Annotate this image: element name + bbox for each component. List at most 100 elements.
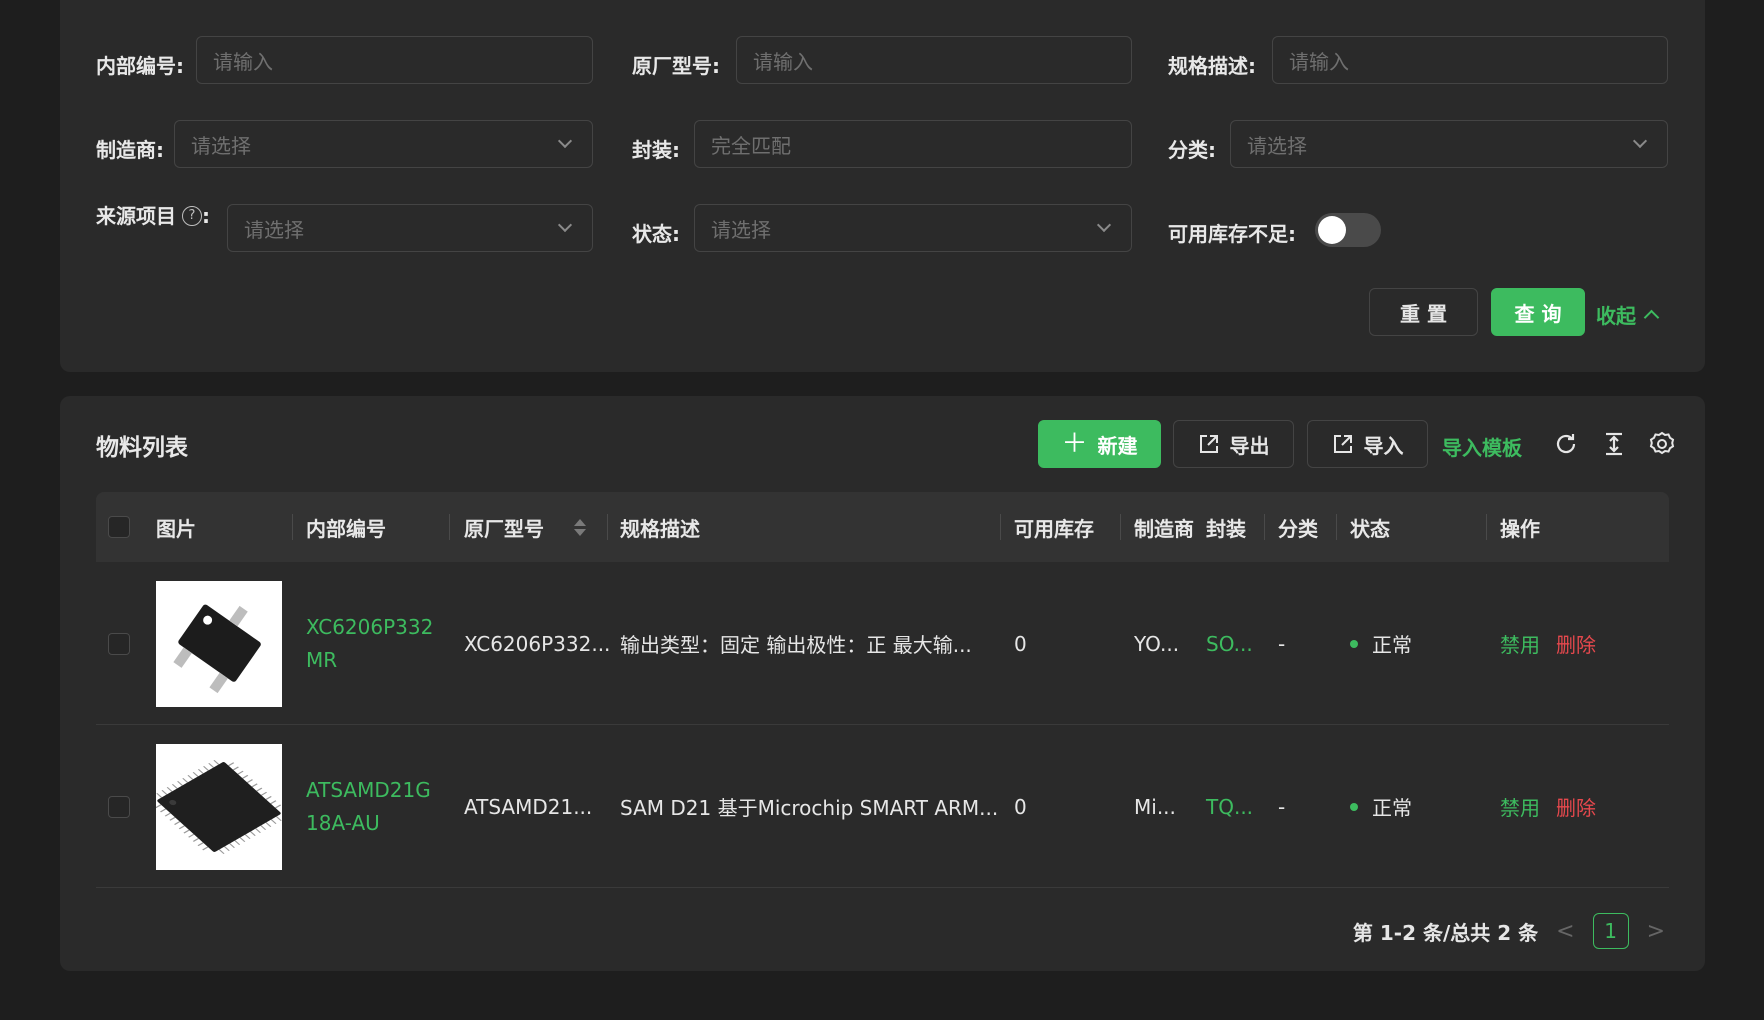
spec-input[interactable]: 请输入 [1272, 36, 1668, 84]
filter-panel: 内部编号: 请输入 原厂型号: 请输入 规格描述: 请输入 制造商: 请选择 封… [60, 0, 1705, 372]
reset-button[interactable]: 重 置 [1369, 288, 1478, 336]
pagination: 第 1-2 条/总共 2 条 < 1 > [1353, 913, 1665, 949]
material-table: 图片 内部编号 原厂型号 规格描述 可用库存 制造商 封装 分类 状态 操作 X… [96, 492, 1669, 888]
col-actions: 操作 [1500, 516, 1540, 541]
col-status: 状态 [1350, 516, 1390, 541]
disable-action[interactable]: 禁用 [1500, 562, 1540, 725]
part-image-tqfp[interactable] [156, 743, 282, 870]
toggle-knob [1318, 216, 1346, 244]
low-stock-toggle[interactable] [1315, 213, 1381, 247]
source-project-label: 来源项目 ? : [96, 204, 210, 228]
new-button[interactable]: ＋ 新建 [1038, 420, 1161, 468]
mfr-model-input[interactable]: 请输入 [736, 36, 1132, 84]
col-divider [292, 514, 293, 540]
category-placeholder: 请选择 [1247, 133, 1307, 158]
internal-no-input[interactable]: 请输入 [196, 36, 593, 84]
help-circle-icon[interactable]: ? [182, 206, 202, 226]
chevron-down-icon [557, 133, 573, 149]
chevron-down-icon [1096, 217, 1112, 233]
status-dot-icon [1350, 639, 1358, 648]
manufacturer-cell: YO... [1134, 631, 1180, 656]
query-button[interactable]: 查 询 [1491, 288, 1585, 336]
spec-cell: 输出类型：固定 输出极性：正 最大输... [620, 633, 972, 657]
package-input[interactable]: 完全匹配 [694, 120, 1132, 168]
col-divider [1120, 514, 1121, 540]
col-mfr-model[interactable]: 原厂型号 [464, 492, 586, 562]
export-button[interactable]: 导出 [1173, 420, 1294, 468]
part-image-sot23[interactable] [156, 580, 282, 707]
column-height-icon[interactable] [1600, 430, 1628, 458]
pagination-summary: 第 1-2 条/总共 2 条 [1352, 920, 1539, 945]
mfr-model-cell: XC6206P332... [464, 631, 611, 656]
stock-cell: 0 [1014, 794, 1027, 819]
col-stock: 可用库存 [1014, 516, 1094, 541]
spec-label: 规格描述: [1168, 54, 1256, 78]
low-stock-label: 可用库存不足: [1168, 222, 1296, 246]
category-cell: - [1278, 631, 1286, 656]
status-placeholder: 请选择 [711, 217, 771, 242]
col-divider [1264, 514, 1265, 540]
material-list-panel: 物料列表 ＋ 新建 导出 导入 导入模板 图片 内部编号 原厂型号 规格描述 可… [60, 396, 1705, 971]
status-label: 状态: [632, 222, 680, 246]
list-title: 物料列表 [96, 435, 188, 461]
col-internal-no: 内部编号 [306, 516, 386, 541]
col-category: 分类 [1278, 516, 1318, 541]
export-icon [1199, 435, 1218, 453]
import-template-link[interactable]: 导入模板 [1442, 432, 1522, 461]
status-cell: 正常 [1350, 725, 1412, 888]
chevron-up-icon [1643, 309, 1660, 326]
header-checkbox-cell [108, 492, 130, 562]
category-select[interactable]: 请选择 [1230, 120, 1668, 168]
manufacturer-placeholder: 请选择 [191, 133, 251, 158]
delete-action[interactable]: 删除 [1556, 725, 1596, 888]
collapse-link[interactable]: 收起 [1596, 300, 1660, 329]
category-cell: - [1278, 794, 1286, 819]
package-link[interactable]: SO... [1206, 562, 1253, 725]
page-1-button[interactable]: 1 [1592, 913, 1629, 949]
status-dot-icon [1350, 802, 1358, 811]
package-label: 封装: [632, 138, 680, 162]
import-icon [1333, 435, 1352, 453]
status-select[interactable]: 请选择 [694, 204, 1132, 252]
category-label: 分类: [1168, 138, 1216, 162]
col-divider [1336, 514, 1337, 540]
mfr-model-placeholder: 请输入 [753, 49, 813, 74]
col-divider [449, 514, 450, 540]
mfr-model-cell: ATSAMD21... [464, 794, 593, 819]
col-divider [1486, 514, 1487, 540]
settings-gear-icon[interactable] [1648, 430, 1676, 458]
import-button[interactable]: 导入 [1307, 420, 1428, 468]
spec-cell: SAM D21 基于Microchip SMART ARM... [620, 796, 999, 820]
next-page-icon[interactable]: > [1647, 919, 1665, 944]
manufacturer-select[interactable]: 请选择 [174, 120, 593, 168]
sort-icon[interactable] [574, 518, 586, 536]
plus-icon: ＋ [1061, 429, 1088, 459]
mfr-model-label: 原厂型号: [632, 54, 720, 78]
package-placeholder: 完全匹配 [711, 133, 791, 158]
select-all-checkbox[interactable] [108, 516, 130, 538]
row-checkbox[interactable] [108, 632, 130, 655]
internal-no-link[interactable]: ATSAMD21G18A-AU [306, 774, 436, 840]
manufacturer-cell: Mi... [1134, 794, 1176, 819]
source-project-placeholder: 请选择 [244, 217, 304, 242]
refresh-icon[interactable] [1552, 430, 1580, 458]
col-divider [1000, 514, 1001, 540]
chevron-down-icon [1632, 133, 1648, 149]
spec-placeholder: 请输入 [1289, 49, 1349, 74]
col-divider [607, 514, 608, 540]
col-package: 封装 [1206, 516, 1246, 541]
package-link[interactable]: TQ... [1206, 725, 1253, 888]
source-project-select[interactable]: 请选择 [227, 204, 593, 252]
internal-no-label: 内部编号: [96, 54, 184, 78]
row-checkbox[interactable] [108, 795, 130, 818]
prev-page-icon[interactable]: < [1556, 919, 1574, 944]
delete-action[interactable]: 删除 [1556, 562, 1596, 725]
table-row: XC6206P332MR XC6206P332... 输出类型：固定 输出极性：… [96, 562, 1669, 725]
col-manufacturer: 制造商 [1134, 516, 1194, 541]
table-row: ATSAMD21G18A-AU ATSAMD21... SAM D21 基于Mi… [96, 725, 1669, 888]
chevron-down-icon [557, 217, 573, 233]
internal-no-link[interactable]: XC6206P332MR [306, 611, 436, 677]
internal-no-placeholder: 请输入 [213, 49, 273, 74]
table-header: 图片 内部编号 原厂型号 规格描述 可用库存 制造商 封装 分类 状态 操作 [96, 492, 1669, 562]
disable-action[interactable]: 禁用 [1500, 725, 1540, 888]
